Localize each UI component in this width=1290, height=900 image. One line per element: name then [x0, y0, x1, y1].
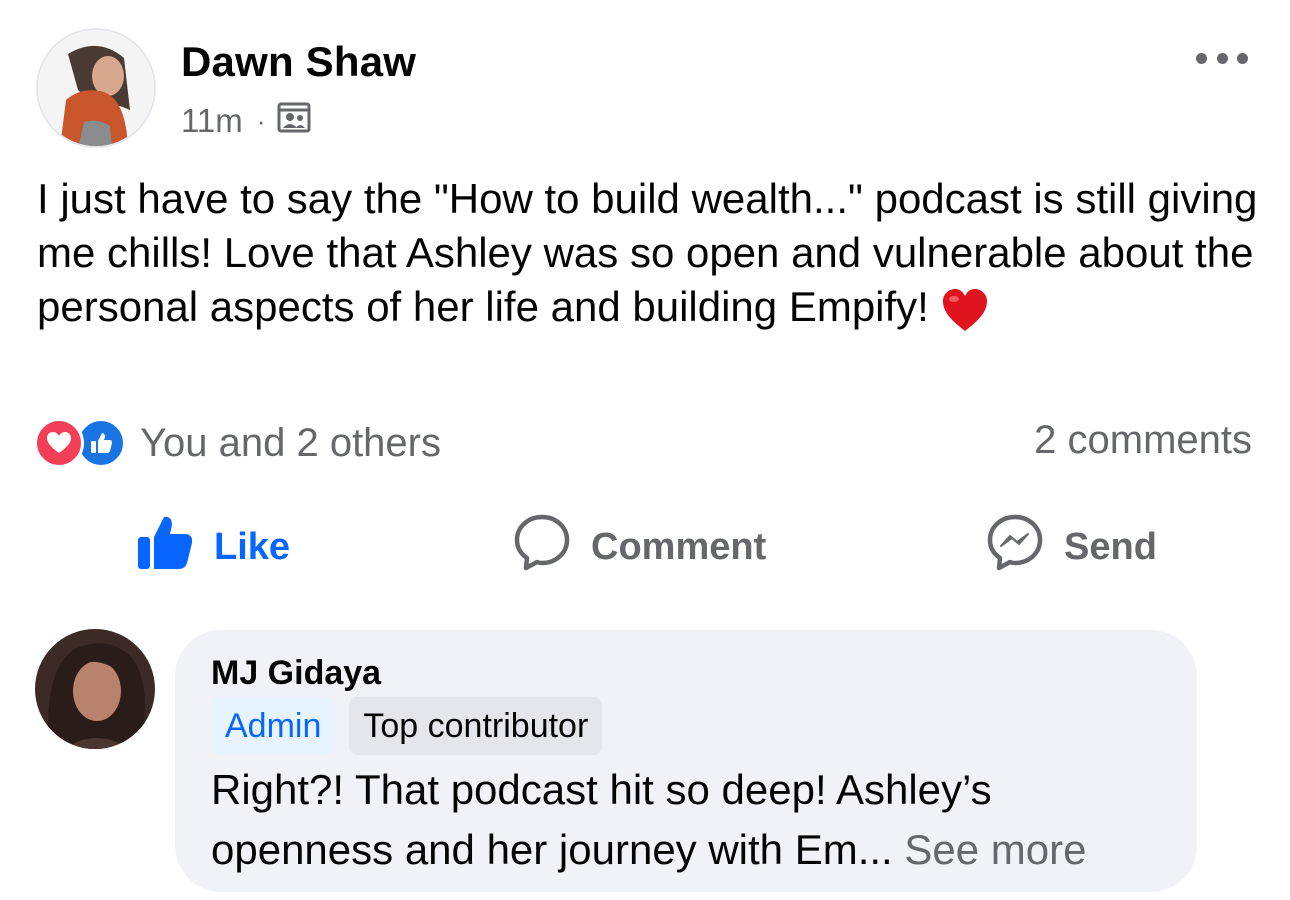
- see-more-link[interactable]: See more: [904, 826, 1086, 873]
- messenger-icon: [986, 513, 1064, 581]
- send-button[interactable]: Send: [986, 513, 1157, 581]
- comment-label: Comment: [591, 525, 767, 568]
- reactions-text: You and 2 others: [140, 420, 441, 465]
- reactions-summary[interactable]: You and 2 others: [34, 418, 441, 468]
- comment-icon: [513, 513, 591, 581]
- comment-text: Right?! That podcast hit so deep! Ashley…: [211, 760, 1181, 880]
- commenter-avatar[interactable]: [35, 629, 155, 749]
- author-avatar[interactable]: [36, 28, 156, 148]
- meta-separator: ·: [256, 105, 266, 136]
- post-body: I just have to say the "How to build wea…: [37, 175, 1270, 330]
- comment-body: Right?! That podcast hit so deep! Ashley…: [211, 766, 992, 873]
- like-button[interactable]: Like: [136, 515, 290, 579]
- send-label: Send: [1064, 525, 1157, 568]
- post-meta: 11m ·: [181, 100, 311, 142]
- post-text: I just have to say the "How to build wea…: [37, 172, 1267, 346]
- like-label: Like: [214, 525, 291, 568]
- commenter-badges: Admin Top contributor: [211, 697, 603, 755]
- comments-count[interactable]: 2 comments: [1034, 418, 1252, 463]
- commenter-name[interactable]: MJ Gidaya: [211, 654, 381, 693]
- post-timestamp[interactable]: 11m: [181, 102, 243, 140]
- author-name[interactable]: Dawn Shaw: [181, 38, 416, 86]
- more-options-icon[interactable]: [1196, 40, 1248, 76]
- group-members-icon: [277, 100, 311, 142]
- top-contributor-badge[interactable]: Top contributor: [349, 697, 603, 755]
- comment-button[interactable]: Comment: [513, 513, 767, 581]
- thumbs-up-icon: [136, 513, 214, 581]
- love-reaction-icon: [34, 418, 84, 468]
- heart-emoji: [941, 287, 989, 346]
- admin-badge[interactable]: Admin: [211, 697, 336, 755]
